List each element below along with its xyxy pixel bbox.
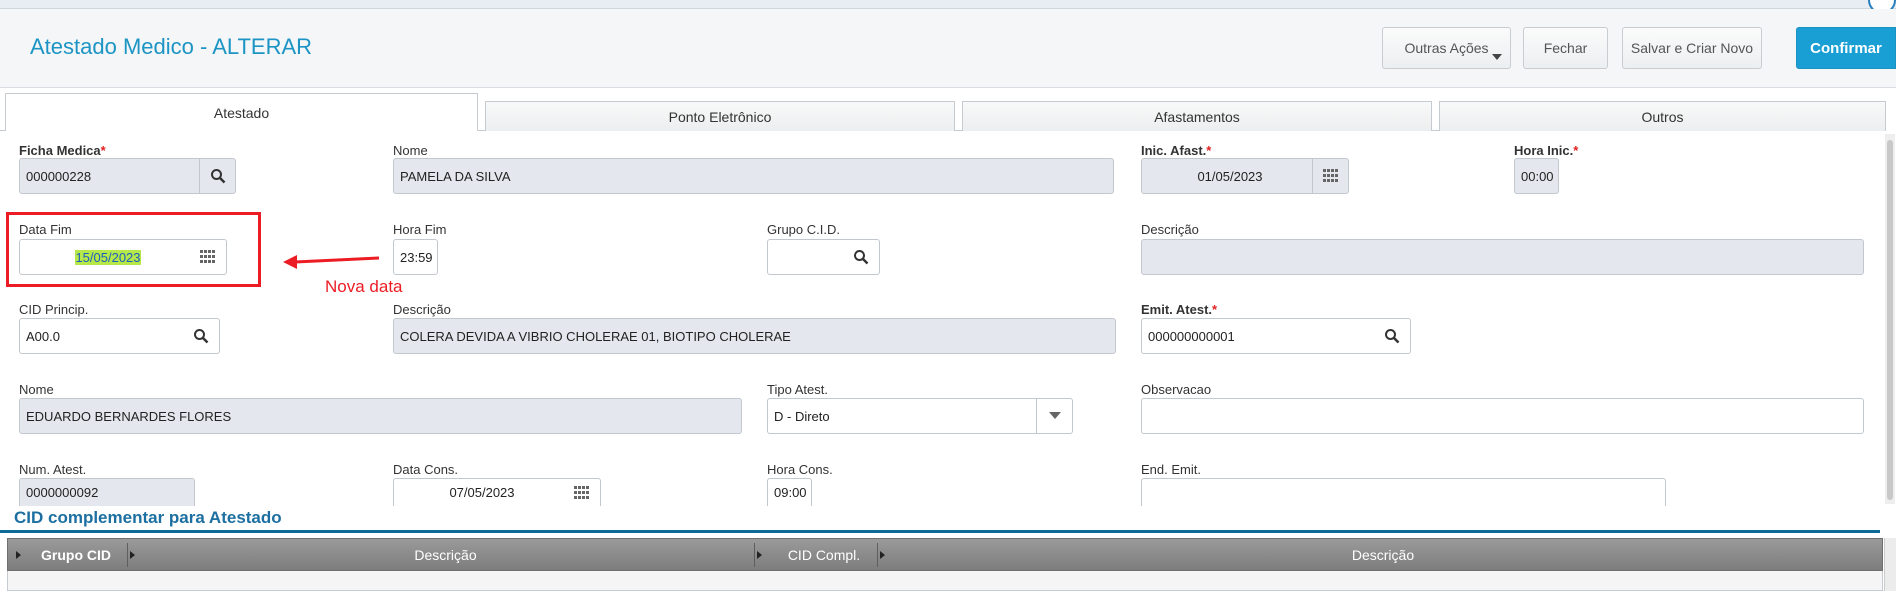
section-title: CID complementar para Atestado [14,508,282,527]
form-scrollbar-thumb[interactable] [1887,140,1893,500]
end-emit-label: End. Emit. [1141,462,1201,477]
data-cons-label: Data Cons. [393,462,459,477]
expand-arrow-icon[interactable] [16,551,21,559]
data-cons-field[interactable]: 07/05/2023 [393,478,601,506]
inic-afast-field[interactable]: 01/05/2023 [1141,158,1349,194]
observacao-label: Observacao [1141,382,1212,397]
tab-ponto-eletronico[interactable]: Ponto Eletrônico [485,101,955,131]
data-cons-value: 07/05/2023 [449,485,515,500]
nome-field: PAMELA DA SILVA [393,158,1114,194]
cid-princip-label: CID Princip. [19,302,89,317]
grid-scrollbar[interactable] [1884,538,1896,591]
tipo-atest-value: D - Direto [774,408,830,424]
magnifier-icon[interactable] [199,159,235,193]
cid-princip-field[interactable]: A00.0 [19,318,220,354]
tipo-atest-label: Tipo Atest. [767,382,828,397]
num-atest-field: 0000000092 [19,478,195,506]
tab-atestado[interactable]: Atestado [5,93,478,131]
browser-top-strip [0,0,1896,9]
chevron-down-icon [1492,54,1502,60]
column-divider [877,543,878,567]
descricao-cid-field: COLERA DEVIDA A VIBRIO CHOLERAE 01, BIOT… [393,318,1116,354]
magnifier-icon[interactable] [843,240,879,274]
nome-label: Nome [393,143,428,158]
descricao-field [1141,239,1864,275]
emit-atest-label: Emit. Atest.* [1141,302,1218,317]
emit-atest-value: 000000000001 [1148,328,1235,344]
fechar-button[interactable]: Fechar [1523,27,1608,69]
outras-acoes-label: Outras Ações [1404,40,1489,56]
hora-fim-field[interactable]: 23:59 [393,239,438,275]
annotation-arrow-icon [283,255,380,269]
outras-acoes-button[interactable]: Outras Ações [1382,27,1511,69]
column-descricao-compl[interactable]: Descrição [888,539,1878,570]
hora-inic-field[interactable]: 00:00 [1514,158,1559,194]
grid-body [7,571,1883,591]
cid-princip-value: A00.0 [26,328,60,344]
calendar-icon[interactable] [564,479,600,506]
hora-cons-label: Hora Cons. [767,462,833,477]
section-separator [0,530,1880,533]
emit-atest-field[interactable]: 000000000001 [1141,318,1411,354]
column-divider [127,543,128,567]
tab-afastamentos[interactable]: Afastamentos [962,101,1432,131]
column-cid-compl[interactable]: CID Compl. [765,539,883,570]
calendar-icon[interactable] [1312,159,1348,193]
inic-afast-label: Inic. Afast.* [1141,143,1212,158]
tab-outros[interactable]: Outros [1439,101,1886,131]
grupo-cid-field[interactable] [767,239,880,275]
column-divider [754,543,755,567]
ficha-medica-field[interactable]: 000000228 [19,158,236,194]
hora-fim-label: Hora Fim [393,222,447,237]
column-grupo-cid[interactable]: Grupo CID [26,539,126,570]
grid-header: Grupo CID Descrição CID Compl. Descrição [7,538,1883,571]
inic-afast-value: 01/05/2023 [1197,168,1263,184]
descricao-cid-label: Descrição [393,302,451,317]
expand-arrow-icon[interactable] [757,551,762,559]
magnifier-icon[interactable] [183,319,219,353]
tipo-atest-select[interactable]: D - Direto [767,398,1073,434]
chevron-down-icon[interactable] [1036,399,1072,433]
hora-cons-field[interactable]: 09:00 [767,478,812,506]
end-emit-field[interactable] [1141,478,1666,506]
salvar-criar-novo-button[interactable]: Salvar e Criar Novo [1622,27,1762,69]
confirmar-button[interactable]: Confirmar [1796,27,1896,69]
descricao-label: Descrição [1141,222,1199,237]
num-atest-label: Num. Atest. [19,462,87,477]
column-descricao[interactable]: Descrição [138,539,753,570]
expand-arrow-icon[interactable] [880,551,885,559]
nome-emitente-field: EDUARDO BERNARDES FLORES [19,398,742,434]
expand-arrow-icon[interactable] [130,551,135,559]
magnifier-icon[interactable] [1374,319,1410,353]
annotation-text: Nova data [325,277,403,296]
ficha-medica-label: Ficha Medica* [19,143,106,158]
page-title: Atestado Medico - ALTERAR [30,34,313,59]
hora-inic-label: Hora Inic.* [1514,143,1579,158]
observacao-field[interactable] [1141,398,1864,434]
nome-emitente-label: Nome [19,382,54,397]
grupo-cid-label: Grupo C.I.D. [767,222,840,237]
highlight-box [6,212,261,287]
ficha-medica-value: 000000228 [26,168,92,184]
